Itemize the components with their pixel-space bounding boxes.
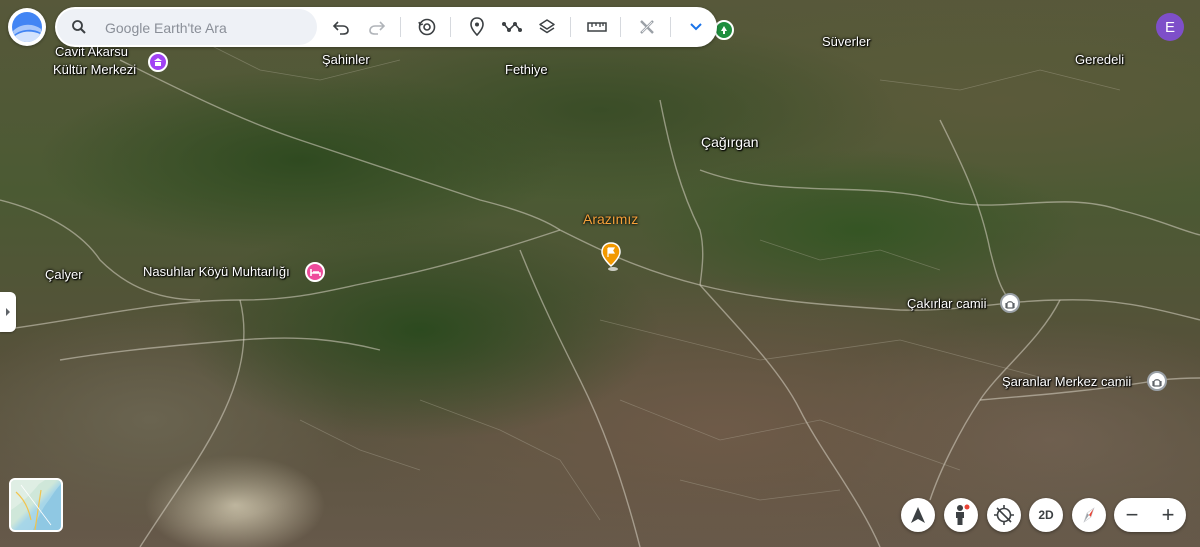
compass-north-icon [911,507,925,523]
placemark-pin[interactable] [600,242,622,272]
toolbar-divider [400,17,401,37]
park-icon [721,26,727,34]
zoom-out-button[interactable]: − [1114,498,1150,532]
label-nasuhlar[interactable]: Nasuhlar Köyü Muhtarlığı [143,265,290,279]
redo-icon [369,21,386,35]
earth-logo-icon [12,12,42,42]
tools-icon [640,20,654,34]
label-arazimiz[interactable]: Arazımız [583,212,638,226]
undo-button[interactable] [329,15,353,39]
ruler-icon [587,22,607,32]
toggle-2d-button[interactable]: 2D [1029,498,1063,532]
label-calyer[interactable]: Çalyer [45,268,83,282]
park-poi[interactable] [714,20,734,40]
toolbar-divider [450,17,451,37]
culture-center-poi[interactable] [148,52,168,72]
street-view-icon [956,504,970,525]
add-path-button[interactable] [500,15,524,39]
path-icon [502,22,522,32]
mosque-icon [1152,378,1162,387]
more-button[interactable] [684,15,708,39]
side-panel-toggle[interactable] [0,292,16,332]
label-fethiye[interactable]: Fethiye [505,63,548,77]
bed-icon [309,268,321,276]
search-icon [72,20,86,34]
compass-icon [1083,507,1095,523]
search-input[interactable] [103,15,307,41]
toolbar-divider [670,17,671,37]
label-geredeli[interactable]: Geredeli [1075,53,1124,67]
mosque-poi-saranlar[interactable] [1147,371,1167,391]
history-button[interactable] [415,15,439,39]
street-view-button[interactable] [944,498,978,532]
top-toolbar [55,7,717,47]
placemark-add-icon [470,17,484,37]
label-cagirgan[interactable]: Çağırgan [701,135,759,149]
measure-button[interactable] [585,15,609,39]
layers-button[interactable] [535,15,559,39]
search-box[interactable] [57,9,317,45]
label-kultur-merkezi[interactable]: Kültür Merkezi [53,63,136,77]
label-saranlar-camii[interactable]: Şaranlar Merkez camii [1002,375,1131,389]
label-cakirlar-camii[interactable]: Çakırlar camii [907,297,986,311]
mosque-poi-cakirlar[interactable] [1000,293,1020,313]
toolbar-divider [570,17,571,37]
add-placemark-button[interactable] [465,15,489,39]
minimap-thumbnail[interactable] [9,478,63,532]
layers-icon [539,19,555,34]
undo-icon [332,21,349,35]
redo-button[interactable] [365,15,389,39]
zoom-in-button[interactable]: + [1150,498,1186,532]
reset-north-button[interactable] [901,498,935,532]
google-earth-logo[interactable] [8,8,46,46]
label-sahinler[interactable]: Şahinler [322,53,370,67]
satellite-map[interactable]: Cavit Akarsu Kültür Merkezi Şahinler Fet… [0,0,1200,547]
zoom-controls: − + [1114,498,1186,532]
mosque-icon [1005,300,1015,309]
hotel-poi[interactable] [305,262,325,282]
label-cavit-akarsu[interactable]: Cavit Akarsu [55,45,128,59]
toolbar-divider [620,17,621,37]
tools-button[interactable] [635,15,659,39]
minimap-map-icon [11,480,61,530]
chevron-down-icon [690,23,702,31]
museum-icon [154,58,162,66]
chevron-right-icon [6,308,10,316]
label-suverler[interactable]: Süverler [822,35,870,49]
location-icon [994,505,1014,525]
compass-button[interactable] [1072,498,1106,532]
placemark-icon [601,242,621,271]
avatar[interactable]: E [1156,13,1184,41]
my-location-button[interactable] [987,498,1021,532]
history-icon [418,18,436,36]
